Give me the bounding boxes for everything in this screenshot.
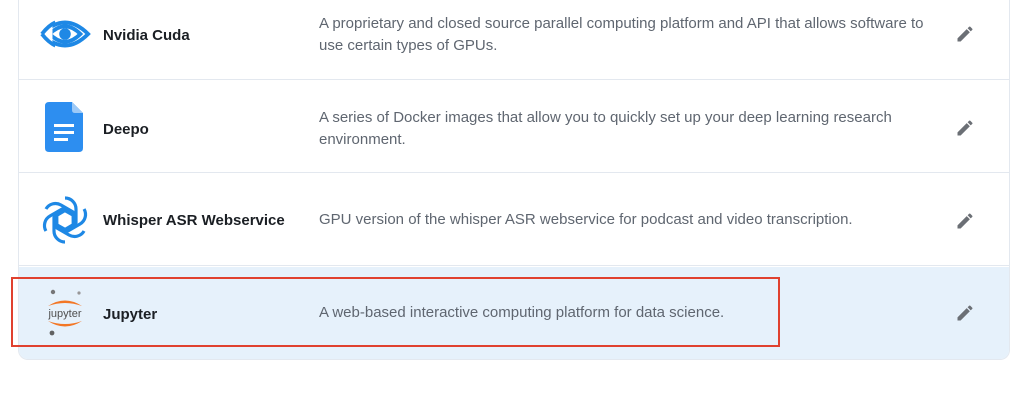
pencil-icon — [957, 213, 973, 229]
service-name: Jupyter — [103, 306, 158, 323]
service-description: A web-based interactive computing platfo… — [319, 304, 725, 321]
jupyter-logo-icon: jupyter — [39, 287, 91, 339]
pencil-icon — [957, 120, 973, 136]
nvidia-eye-icon — [39, 8, 91, 60]
service-description: A proprietary and closed source parallel… — [319, 15, 924, 54]
service-row-deepo[interactable]: Deepo A series of Docker images that all… — [19, 81, 1009, 173]
service-row-whisper-asr[interactable]: Whisper ASR Webservice GPU version of th… — [19, 174, 1009, 266]
pencil-icon — [957, 305, 973, 321]
openai-knot-icon — [39, 194, 91, 246]
pencil-icon — [957, 26, 973, 42]
edit-button[interactable] — [950, 19, 980, 49]
service-name: Deepo — [103, 121, 149, 138]
edit-button[interactable] — [950, 113, 980, 143]
service-description: GPU version of the whisper ASR webservic… — [319, 211, 853, 228]
service-name: Nvidia Cuda — [103, 27, 190, 44]
edit-button[interactable] — [950, 206, 980, 236]
service-description: A series of Docker images that allow you… — [319, 109, 892, 148]
service-name: Whisper ASR Webservice — [103, 212, 285, 229]
service-row-jupyter[interactable]: jupyter Jupyter A web-based interactive … — [19, 267, 1009, 359]
svg-text:jupyter: jupyter — [47, 308, 81, 320]
service-row-nvidia-cuda[interactable]: Nvidia Cuda A proprietary and closed sou… — [19, 0, 1009, 80]
edit-button[interactable] — [950, 298, 980, 328]
document-icon — [39, 101, 91, 153]
services-list: Nvidia Cuda A proprietary and closed sou… — [18, 0, 1010, 360]
